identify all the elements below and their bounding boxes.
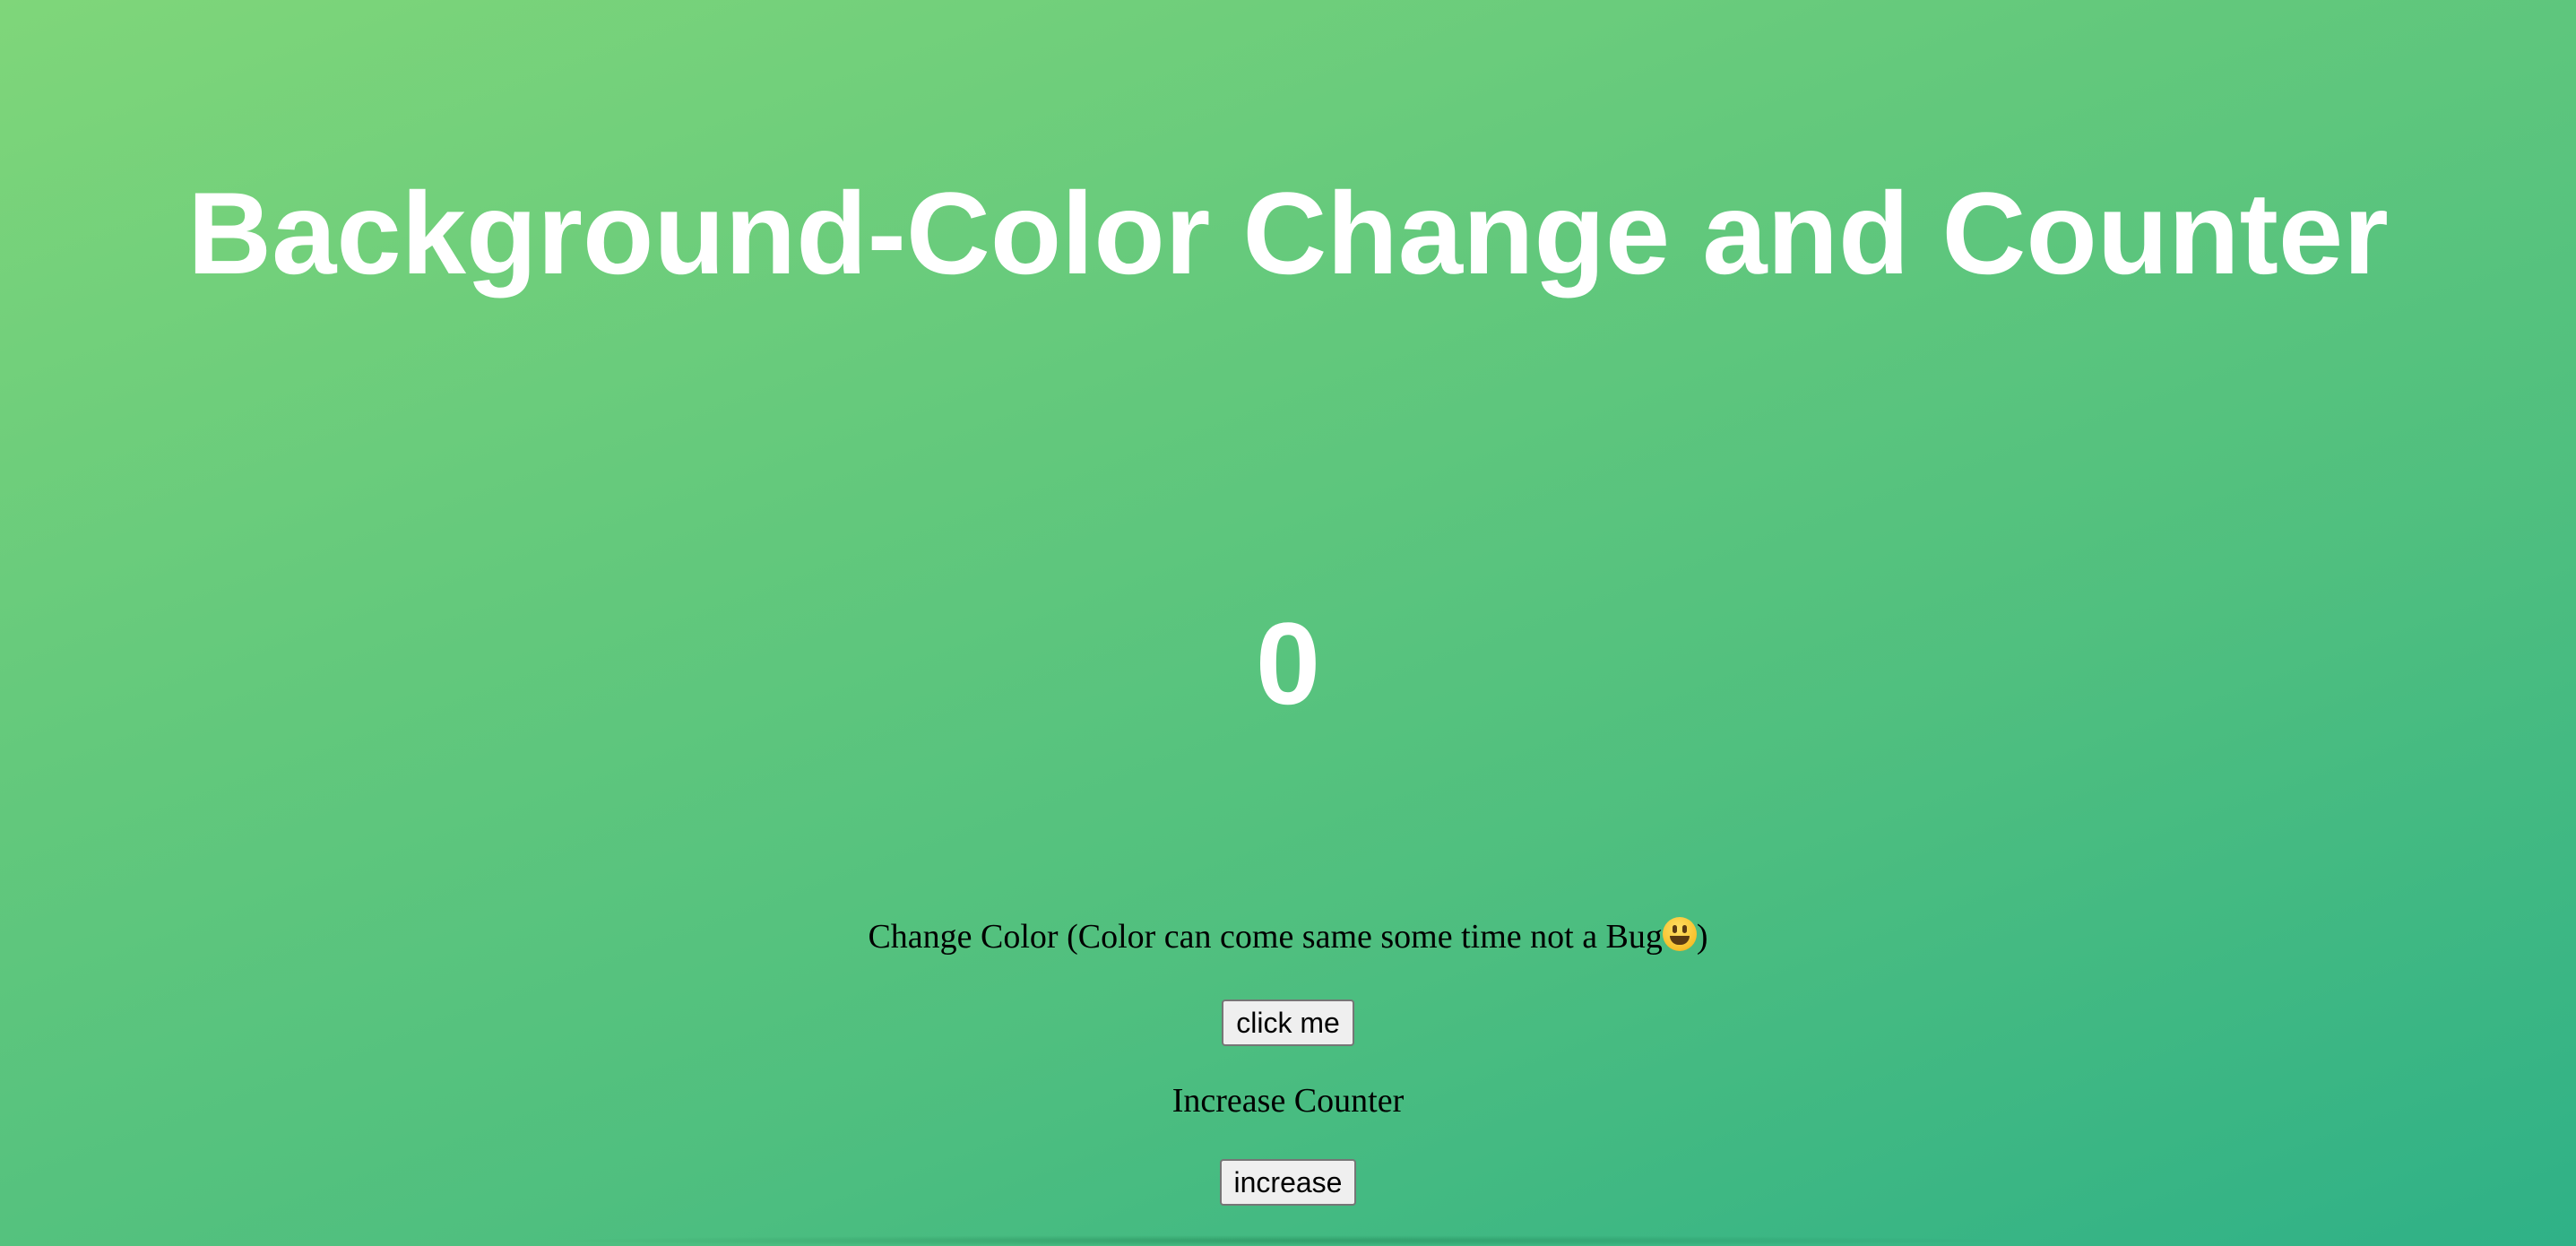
click-me-row: click me (0, 999, 2576, 1046)
counter-value: 0 (1255, 598, 1321, 729)
increase-row: increase (0, 1159, 2576, 1206)
page-title: Background-Color Change and Counter (187, 168, 2389, 299)
increase-button[interactable]: increase (1219, 1159, 1357, 1206)
increase-counter-label: Increase Counter (1171, 1082, 1405, 1120)
bottom-shadow (538, 1235, 2035, 1246)
change-color-label: Change Color (Color can come same some t… (0, 915, 2576, 958)
grinning-face-emoji-icon (1662, 917, 1697, 951)
change-color-label-text: Change Color (Color can come same some t… (868, 918, 1663, 956)
click-me-button[interactable]: click me (1222, 999, 1354, 1046)
change-color-label-suffix: ) (1696, 918, 1708, 956)
